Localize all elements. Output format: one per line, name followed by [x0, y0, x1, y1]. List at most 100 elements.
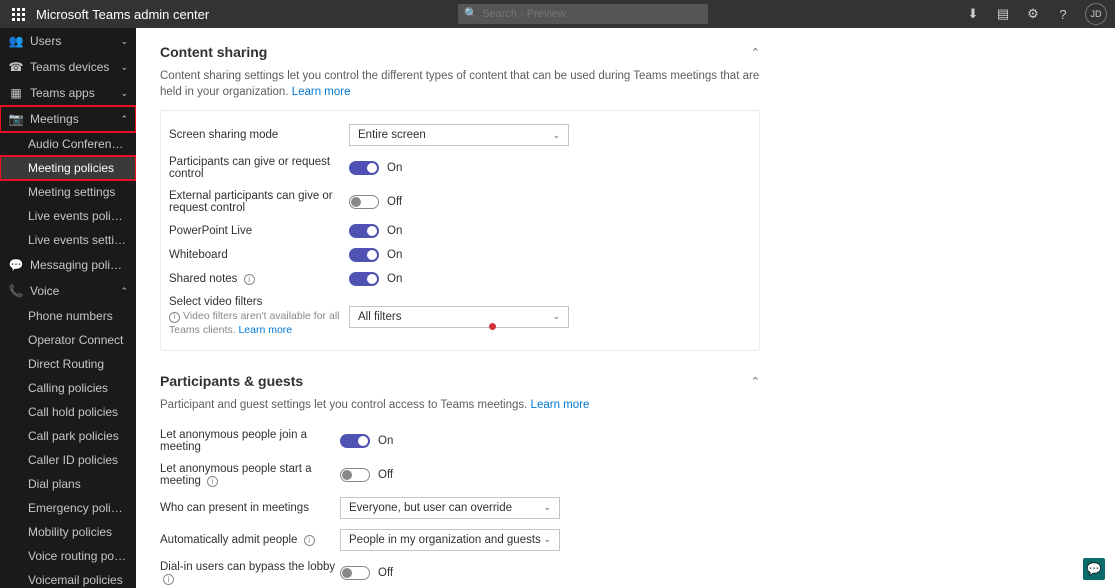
setting-control: Entire screen⌄	[349, 124, 751, 146]
settings-panel: Let anonymous people join a meetingOnLet…	[160, 424, 760, 588]
sidebar-item-phone-numbers[interactable]: Phone numbers	[0, 304, 136, 328]
sidebar-item-voice-routing[interactable]: Voice routing policies	[0, 544, 136, 568]
sidebar-item-users[interactable]: 👥Users⌄	[0, 28, 136, 54]
screen_sharing-dropdown[interactable]: Entire screen⌄	[349, 124, 569, 146]
download-icon[interactable]: ⬇	[965, 6, 981, 22]
video_filters-dropdown[interactable]: All filters ⌄	[349, 306, 569, 328]
sidebar-item-teams-devices[interactable]: ☎Teams devices⌄	[0, 54, 136, 80]
chevron-down-icon: ⌄	[552, 311, 560, 322]
dialin_bypass-toggle[interactable]	[340, 566, 370, 580]
sidebar-item-call-hold[interactable]: Call hold policies	[0, 400, 136, 424]
help-widget[interactable]: 💬	[1083, 558, 1105, 580]
sidebar-item-direct-routing[interactable]: Direct Routing	[0, 352, 136, 376]
sidebar-item-audio-conf[interactable]: Audio Conferencing	[0, 132, 136, 156]
setting-row-shared_notes: Shared notes iOn	[169, 267, 751, 291]
sidebar-item-teams-apps[interactable]: ▦Teams apps⌄	[0, 80, 136, 106]
sidebar-item-meetings[interactable]: 📷Meetings⌃	[0, 106, 136, 132]
chevron-down-icon: ⌄	[120, 88, 128, 99]
learn-more-link[interactable]: Learn more	[292, 86, 351, 98]
settings-icon[interactable]: ⚙	[1025, 6, 1041, 22]
setting-control: All filters ⌄	[349, 306, 751, 328]
info-icon[interactable]: i	[244, 274, 255, 285]
section-participants-guests: Participants & guests ⌃ Participant and …	[160, 369, 760, 588]
users-icon: 👥	[8, 33, 24, 49]
sidebar-item-label: Meetings	[30, 112, 120, 126]
help-icon[interactable]: ?	[1055, 6, 1071, 22]
sidebar-item-operator-connect[interactable]: Operator Connect	[0, 328, 136, 352]
learn-more-link[interactable]: Learn more	[531, 399, 590, 411]
setting-row-anon_start: Let anonymous people start a meeting iOf…	[160, 458, 760, 492]
learn-more-link[interactable]: Learn more	[238, 324, 292, 336]
info-icon[interactable]: i	[207, 476, 218, 487]
sidebar-item-meeting-policies[interactable]: Meeting policies	[0, 156, 136, 180]
settings-panel: Screen sharing modeEntire screen⌄Partici…	[160, 110, 760, 351]
sidebar-item-emergency[interactable]: Emergency policies	[0, 496, 136, 520]
toggle-state-label: On	[387, 273, 402, 285]
setting-row-anon_join: Let anonymous people join a meetingOn	[160, 424, 760, 458]
chevron-up-icon: ⌃	[120, 114, 128, 125]
anon_start-toggle[interactable]	[340, 468, 370, 482]
toggle-state-label: On	[387, 249, 402, 261]
ppt_live-toggle[interactable]	[349, 224, 379, 238]
ext_give_control-toggle[interactable]	[349, 195, 379, 209]
avatar[interactable]: JD	[1085, 3, 1107, 25]
search-icon: 🔍	[464, 7, 478, 20]
anon_join-toggle[interactable]	[340, 434, 370, 448]
sidebar-item-calling-policies[interactable]: Calling policies	[0, 376, 136, 400]
setting-control: On	[349, 224, 751, 238]
whiteboard-toggle[interactable]	[349, 248, 379, 262]
sidebar-item-meeting-settings[interactable]: Meeting settings	[0, 180, 136, 204]
setting-row-ppt_live: PowerPoint LiveOn	[169, 219, 751, 243]
setting-label: Screen sharing mode	[169, 129, 349, 141]
calendar-icon[interactable]: ▤	[995, 6, 1011, 22]
setting-control: On	[349, 248, 751, 262]
setting-row-screen_sharing: Screen sharing modeEntire screen⌄	[169, 119, 751, 151]
sidebar-item-caller-id[interactable]: Caller ID policies	[0, 448, 136, 472]
sidebar-item-voicemail[interactable]: Voicemail policies	[0, 568, 136, 588]
sidebar-item-label: Teams apps	[30, 86, 120, 100]
setting-label: Participants can give or request control	[169, 156, 349, 180]
info-icon[interactable]: i	[169, 312, 180, 323]
sidebar-item-call-park[interactable]: Call park policies	[0, 424, 136, 448]
toggle-state-label: On	[378, 435, 393, 447]
toggle-state-label: Off	[378, 469, 393, 481]
setting-row-video_filters: Select video filtersiVideo filters aren'…	[169, 291, 751, 342]
section-title: Participants & guests	[160, 373, 303, 389]
app-launcher-icon[interactable]	[8, 4, 28, 24]
sidebar-item-live-events-settings[interactable]: Live events settings	[0, 228, 136, 252]
dropdown-value: Entire screen	[358, 129, 426, 141]
field-hint: iVideo filters aren't available for all …	[169, 310, 349, 337]
collapse-icon[interactable]: ⌃	[751, 375, 760, 388]
info-icon[interactable]: i	[304, 535, 315, 546]
sidebar-item-label: Teams devices	[30, 60, 120, 74]
setting-control: People in my organization and guests⌄	[340, 529, 760, 551]
section-title: Content sharing	[160, 44, 267, 60]
info-icon[interactable]: i	[163, 574, 174, 585]
sidebar-item-mobility[interactable]: Mobility policies	[0, 520, 136, 544]
sidebar-item-voice[interactable]: 📞Voice⌃	[0, 278, 136, 304]
who_present-dropdown[interactable]: Everyone, but user can override⌄	[340, 497, 560, 519]
give_control-toggle[interactable]	[349, 161, 379, 175]
setting-row-ext_give_control: External participants can give or reques…	[169, 185, 751, 219]
setting-control: On	[349, 272, 751, 286]
setting-label: Who can present in meetings	[160, 502, 340, 514]
auto_admit-dropdown[interactable]: People in my organization and guests⌄	[340, 529, 560, 551]
section-description: Participant and guest settings let you c…	[160, 397, 760, 413]
shared_notes-toggle[interactable]	[349, 272, 379, 286]
toggle-state-label: Off	[387, 196, 402, 208]
toggle-state-label: On	[387, 225, 402, 237]
search-input[interactable]	[458, 4, 708, 24]
sidebar-nav: 👥Users⌄☎Teams devices⌄▦Teams apps⌄📷Meeti…	[0, 28, 136, 588]
app-title: Microsoft Teams admin center	[36, 7, 209, 22]
setting-control: Everyone, but user can override⌄	[340, 497, 760, 519]
dropdown-value: All filters	[358, 311, 401, 323]
setting-label: Select video filtersiVideo filters aren'…	[169, 296, 349, 337]
sidebar-item-messaging[interactable]: 💬Messaging policies	[0, 252, 136, 278]
setting-row-give_control: Participants can give or request control…	[169, 151, 751, 185]
chat-icon: 💬	[8, 257, 24, 273]
sidebar-item-live-events-policies[interactable]: Live events policies	[0, 204, 136, 228]
collapse-icon[interactable]: ⌃	[751, 46, 760, 59]
sidebar-item-dial-plans[interactable]: Dial plans	[0, 472, 136, 496]
setting-control: Off	[340, 566, 760, 580]
chevron-down-icon: ⌄	[120, 62, 128, 73]
